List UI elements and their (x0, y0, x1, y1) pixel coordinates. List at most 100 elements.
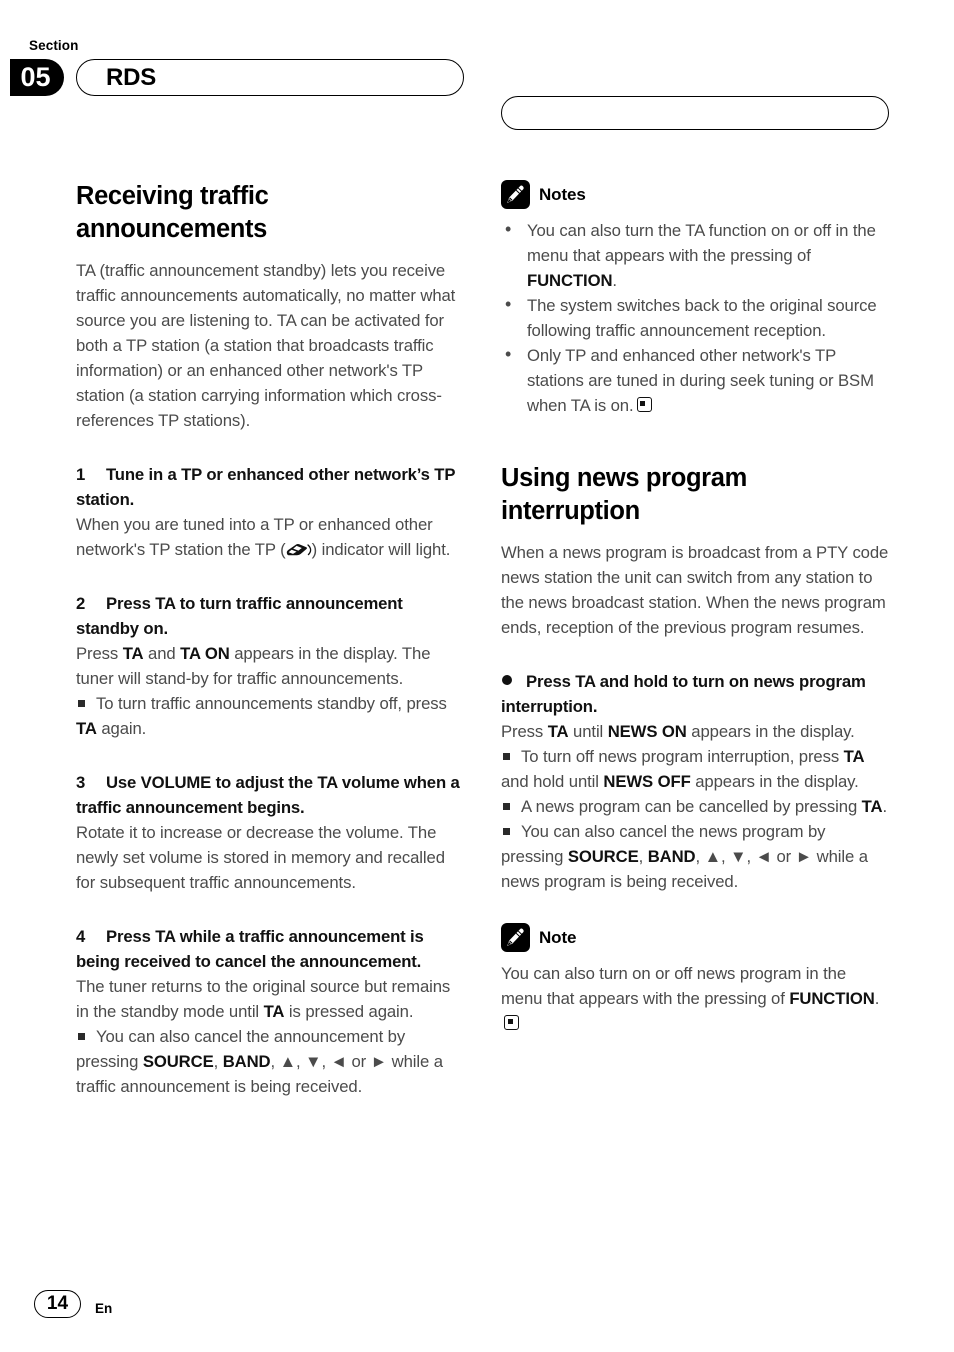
step-2-subnote: To turn traffic announcements standby of… (76, 691, 464, 741)
t: Press (501, 722, 548, 741)
step-2-body: Press TA and TA ON appears in the displa… (76, 641, 464, 691)
news-action-heading: Press TA and hold to turn on news progra… (501, 669, 889, 719)
note-title: Note (539, 927, 577, 947)
term-ta: TA (263, 1002, 285, 1021)
square-bullet-icon (503, 753, 510, 760)
term-source: SOURCE (567, 847, 639, 866)
step-1-heading: 1 Tune in a TP or enhanced other network’… (76, 462, 464, 512)
term-news-off: NEWS OFF (603, 772, 691, 791)
t: again. (96, 719, 147, 738)
news-intro-paragraph: When a news program is broadcast from a … (501, 543, 889, 637)
page-footer: 14 En (34, 1290, 112, 1318)
term-ta: TA (547, 722, 569, 741)
step-1: 1 Tune in a TP or enhanced other network’… (76, 462, 464, 562)
section-label: Section (29, 38, 79, 53)
term-function: FUNCTION (527, 271, 613, 290)
term-news-on: NEWS ON (607, 722, 687, 741)
note-body: You can also turn on or off news program… (501, 961, 889, 1036)
t: appears in the display. (690, 772, 859, 791)
t: To turn traffic announcements standby of… (96, 694, 447, 713)
term-ta: TA (843, 747, 865, 766)
page-number: 14 (34, 1290, 81, 1318)
step-1-heading-text: Tune in a TP or enhanced other network’s… (76, 465, 455, 509)
note-item: You can also turn the TA function on or … (501, 217, 889, 293)
news-action-heading-text: Press TA and hold to turn on news progra… (501, 672, 866, 716)
step-4-subnote: You can also cancel the announcement by … (76, 1024, 464, 1099)
term-ta: TA (122, 644, 144, 663)
step-2-heading: 2 Press TA to turn traffic announcement s… (76, 591, 464, 641)
t: . (882, 797, 888, 816)
news-action-body: Press TA until NEWS ON appears in the di… (501, 719, 889, 744)
page-title: Receiving traffic announcements (76, 182, 269, 243)
term-ta: TA (861, 797, 883, 816)
t: until (568, 722, 608, 741)
term-source: SOURCE (142, 1052, 214, 1071)
news-subnote-2: A news program can be cancelled by press… (501, 794, 889, 819)
term-ta: TA (76, 719, 97, 738)
step-4: 4 Press TA while a traffic announcement i… (76, 924, 464, 1099)
t: and (143, 644, 181, 663)
pencil-icon (501, 923, 530, 952)
square-bullet-icon (503, 803, 510, 810)
left-column: Receiving traffic announcements TA (traf… (76, 180, 464, 1099)
step-4-heading-text: Press TA while a traffic announcement is… (76, 927, 424, 971)
t: The system switches back to the original… (527, 296, 877, 340)
step-2-number: 2 (76, 594, 86, 613)
language-code: En (95, 1301, 113, 1316)
step-3-body: Rotate it to increase or decrease the vo… (76, 823, 445, 892)
t: Only TP and enhanced other network's TP … (527, 346, 874, 415)
step-1-body: When you are tuned into a TP or enhanced… (76, 512, 464, 562)
square-bullet-icon (78, 700, 85, 707)
chapter-title: RDS (106, 63, 157, 91)
tp-car-icon (286, 540, 312, 556)
t: You can also turn the TA function on or … (527, 221, 876, 265)
notes-list: You can also turn the TA function on or … (501, 217, 889, 418)
note-header: Note (501, 923, 889, 952)
end-of-section-marker (636, 397, 652, 412)
t: and hold until (501, 772, 604, 791)
news-action: Press TA and hold to turn on news progra… (501, 669, 889, 894)
notes-title: Notes (539, 184, 586, 204)
step-1-body-after: ) indicator will light. (311, 540, 451, 559)
t: , (638, 847, 648, 866)
t: . (874, 989, 880, 1008)
news-section-title: Using news program interruption (501, 464, 747, 525)
intro-paragraph: TA (traffic announcement standby) lets y… (76, 261, 456, 430)
note-item: Only TP and enhanced other network's TP … (501, 342, 889, 418)
square-bullet-icon (78, 1033, 85, 1040)
round-bullet-icon (502, 675, 512, 685)
step-3: 3 Use VOLUME to adjust the TA volume when… (76, 770, 464, 895)
t: . (612, 271, 617, 290)
step-3-heading: 3 Use VOLUME to adjust the TA volume when… (76, 770, 464, 820)
square-bullet-icon (503, 828, 510, 835)
t: A news program can be cancelled by press… (521, 797, 862, 816)
term-band: BAND (222, 1052, 271, 1071)
news-subnote-1: To turn off news program interruption, p… (501, 744, 889, 794)
step-2: 2 Press TA to turn traffic announcement s… (76, 591, 464, 741)
term-function: FUNCTION (789, 989, 875, 1008)
step-2-heading-text: Press TA to turn traffic announcement st… (76, 594, 403, 638)
step-1-number: 1 (76, 465, 86, 484)
term-band: BAND (647, 847, 696, 866)
note-block: Note You can also turn on or off news pr… (501, 923, 889, 1036)
section-number-badge: 05 (10, 59, 64, 96)
chapter-title-pill: RDS (76, 59, 464, 96)
t: is pressed again. (284, 1002, 414, 1021)
right-column: Notes You can also turn the TA function … (501, 180, 889, 1036)
notes-header: Notes (501, 180, 889, 209)
notes-block: Notes You can also turn the TA function … (501, 180, 889, 418)
header-right-pill (501, 96, 889, 130)
t: , (213, 1052, 223, 1071)
t: Press (76, 644, 123, 663)
step-4-heading: 4 Press TA while a traffic announcement i… (76, 924, 464, 974)
pencil-icon (501, 180, 530, 209)
step-4-body: The tuner returns to the original source… (76, 974, 464, 1024)
step-4-number: 4 (76, 927, 86, 946)
t: To turn off news program interruption, p… (521, 747, 844, 766)
term-ta-on: TA ON (180, 644, 230, 663)
manual-page: Section 05 RDS Receiving traffic announc… (0, 0, 954, 1352)
step-3-heading-text: Use VOLUME to adjust the TA volume when … (76, 773, 460, 817)
note-item: The system switches back to the original… (501, 292, 889, 343)
news-subnote-3: You can also cancel the news program by … (501, 819, 889, 894)
page-header: Section 05 RDS (0, 38, 954, 130)
